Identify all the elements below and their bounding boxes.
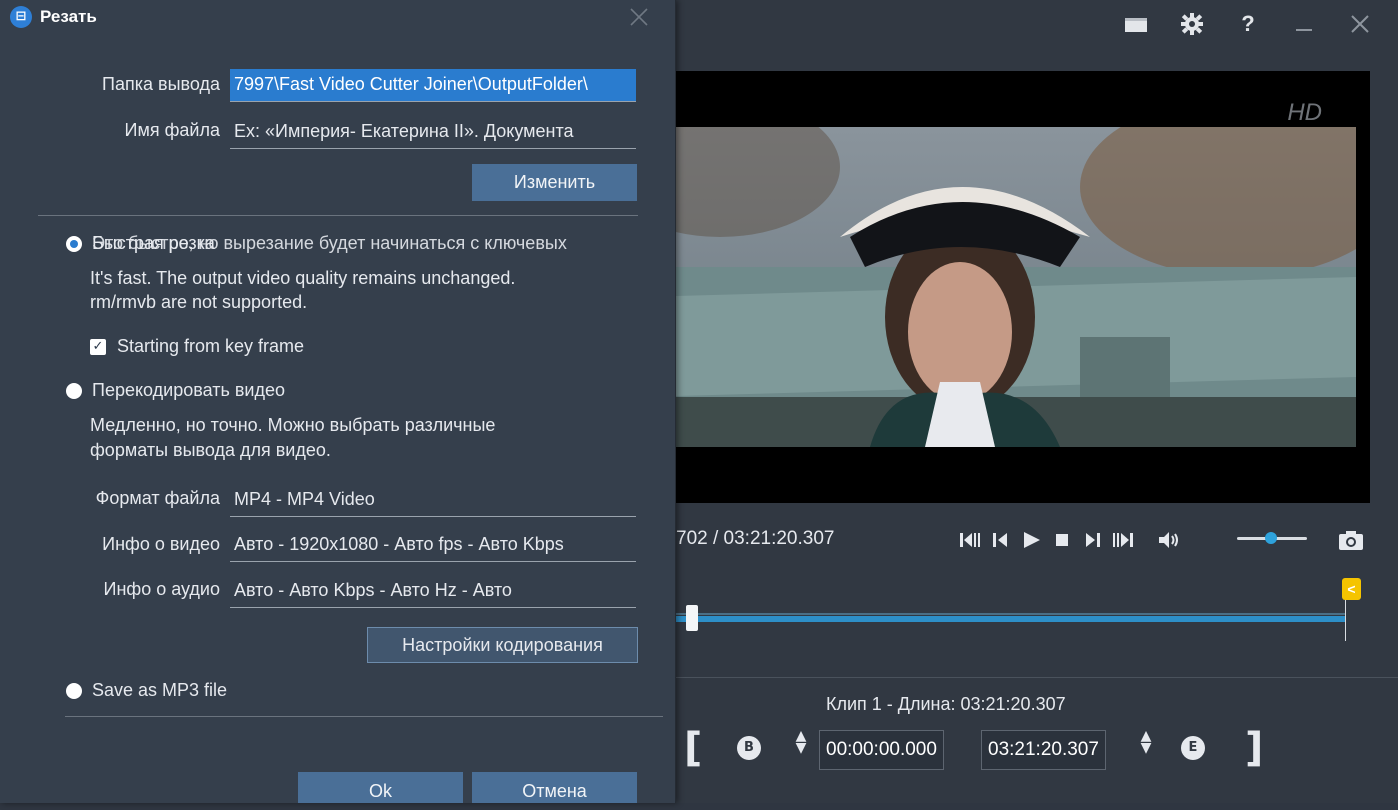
mp3-radio[interactable] bbox=[66, 683, 82, 699]
file-name-field[interactable]: Ex: «Империя- Екатерина II». Документа bbox=[230, 116, 636, 149]
fast-cut-radio[interactable] bbox=[66, 236, 82, 252]
audio-info-label: Инфо о аудио bbox=[103, 579, 221, 599]
format-label: Формат файла bbox=[95, 488, 220, 508]
video-preview[interactable]: HD bbox=[640, 71, 1370, 503]
set-end-bracket[interactable]: ] bbox=[1245, 725, 1263, 771]
keyframe-checkbox[interactable]: ✓ bbox=[90, 339, 106, 355]
help-icon[interactable]: ? bbox=[1220, 8, 1276, 40]
end-marker-icon[interactable]: E bbox=[1181, 736, 1205, 760]
keyframe-checkbox-label[interactable]: Starting from key frame bbox=[117, 336, 304, 357]
ok-button[interactable]: Ok bbox=[298, 772, 463, 803]
mp3-label[interactable]: Save as MP3 file bbox=[92, 680, 227, 701]
start-time-field[interactable]: 00:00:00.000 bbox=[819, 730, 944, 770]
window-toolbar: ? bbox=[1108, 8, 1388, 40]
skip-to-start-icon[interactable] bbox=[960, 531, 982, 549]
dialog-title-bar[interactable]: ⊟ Резать bbox=[0, 0, 675, 36]
audio-info-field[interactable]: Авто - Авто Kbps - Авто Hz - Авто bbox=[230, 575, 636, 608]
minimize-icon[interactable] bbox=[1276, 8, 1332, 40]
timeline-track[interactable] bbox=[676, 616, 1346, 622]
volume-slider-knob[interactable] bbox=[1265, 532, 1277, 544]
cancel-button[interactable]: Отмена bbox=[472, 772, 637, 803]
output-folder-label: Папка вывода bbox=[102, 74, 220, 94]
reencode-description-line1: Медленно, но точно. Можно выбрать различ… bbox=[90, 415, 496, 435]
reencode-description-line2: форматы вывода для видео. bbox=[90, 440, 331, 460]
dialog-title: Резать bbox=[40, 7, 97, 26]
reencode-label[interactable]: Перекодировать видео bbox=[92, 380, 285, 401]
skip-to-end-icon[interactable] bbox=[1111, 531, 1133, 549]
start-time-stepper[interactable]: ▲ ▼ bbox=[789, 729, 813, 755]
separator bbox=[38, 215, 638, 216]
channel-logo: HD bbox=[1287, 99, 1322, 126]
timeline-playhead[interactable] bbox=[686, 605, 698, 631]
gear-icon[interactable] bbox=[1164, 8, 1220, 40]
timeline-track-upper bbox=[676, 613, 1346, 615]
end-marker-flag[interactable]: < bbox=[1342, 578, 1361, 600]
play-icon[interactable] bbox=[1022, 531, 1042, 549]
dialog-close-icon[interactable] bbox=[628, 6, 650, 28]
video-info-label: Инфо о видео bbox=[102, 534, 220, 554]
change-button[interactable]: Изменить bbox=[472, 164, 637, 201]
clip-length-info: Клип 1 - Длина: 03:21:20.307 bbox=[826, 694, 1066, 714]
video-frame-image bbox=[640, 127, 1356, 447]
fast-cut-description-line1: It's fast. The output video quality rema… bbox=[90, 268, 516, 288]
fast-cut-overlap-text: Это быстро, но вырезание будет начинатьс… bbox=[92, 233, 567, 253]
end-time-stepper[interactable]: ▲ ▼ bbox=[1134, 729, 1158, 755]
next-frame-icon[interactable] bbox=[1082, 531, 1100, 549]
fast-cut-description-line2: rm/rmvb are not supported. bbox=[90, 292, 308, 312]
time-display: 702 / 03:21:20.307 bbox=[676, 528, 835, 549]
output-folder-field[interactable]: 7997\Fast Video Cutter Joiner\OutputFold… bbox=[230, 69, 636, 102]
end-marker-line bbox=[1345, 596, 1346, 641]
volume-icon[interactable] bbox=[1158, 531, 1180, 549]
folder-icon[interactable] bbox=[1108, 8, 1164, 40]
close-icon[interactable] bbox=[1332, 8, 1388, 40]
file-name-label: Имя файла bbox=[124, 120, 220, 140]
set-start-bracket[interactable]: [ bbox=[684, 725, 702, 771]
stop-icon[interactable] bbox=[1053, 531, 1071, 549]
video-info-field[interactable]: Авто - 1920x1080 - Авто fps - Авто Kbps bbox=[230, 529, 636, 562]
playback-controls bbox=[960, 527, 1191, 553]
reencode-radio[interactable] bbox=[66, 383, 82, 399]
separator-bottom bbox=[65, 716, 663, 717]
camera-icon[interactable] bbox=[1338, 529, 1364, 555]
cut-dialog: ⊟ Резать Папка вывода 7997\Fast Video Cu… bbox=[0, 0, 676, 803]
begin-marker-icon[interactable]: B bbox=[737, 736, 761, 760]
end-time-field[interactable]: 03:21:20.307 bbox=[981, 730, 1106, 770]
encoding-settings-button[interactable]: Настройки кодирования bbox=[367, 627, 638, 663]
format-select[interactable]: MP4 - MP4 Video bbox=[230, 484, 636, 517]
prev-frame-icon[interactable] bbox=[993, 531, 1011, 549]
app-icon: ⊟ bbox=[10, 6, 32, 28]
